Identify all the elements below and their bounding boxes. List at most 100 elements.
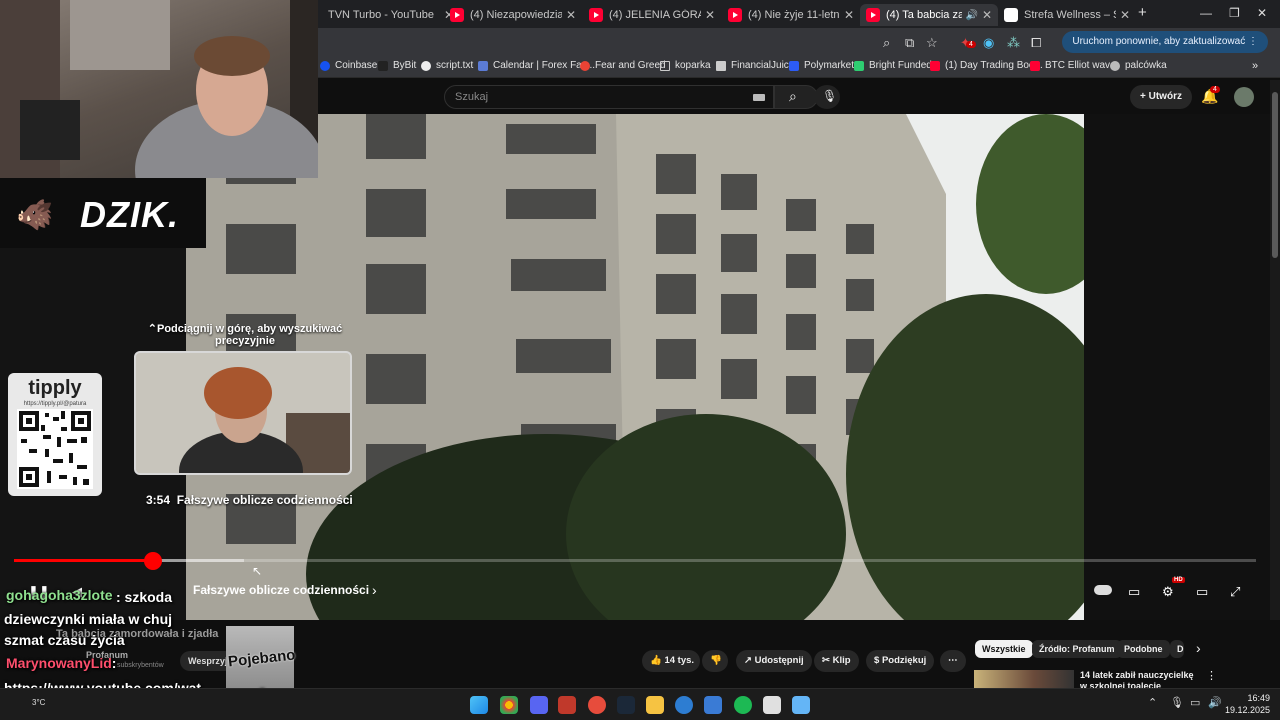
bookmark-item[interactable]: FinancialJuice [716,60,794,71]
minimize-icon[interactable]: — [1200,6,1212,20]
update-label: Uruchom ponownie, aby zaktualizować [1072,36,1246,47]
bookmark-item[interactable]: script.txt [421,60,473,71]
preview-chapter-label: 3:54 Fałszywe oblicze codzienności [146,493,353,507]
microphone-icon[interactable]: 🎙 [1170,696,1184,709]
like-button[interactable]: 👍 14 tys. [642,650,700,672]
bookmark-item[interactable]: Fear and Greed [580,60,666,71]
bookmark-item[interactable]: BTC Elliot wave [1030,60,1116,71]
chrome-icon[interactable] [500,696,518,714]
bookmark-item[interactable]: palcówka [1110,60,1167,71]
browser-tab[interactable]: TVN Turbo - YouTube ✕ [322,4,460,26]
bookmark-item[interactable]: ByBit [378,60,416,71]
microphone-icon: 🎙 [822,89,838,103]
windows-start-icon[interactable] [470,696,488,714]
create-button[interactable]: + Utwórz [1130,85,1192,109]
theater-mode-icon[interactable]: ▭ [1196,584,1208,600]
share-button[interactable]: ↗ Udostępnij [736,650,812,672]
chip-source[interactable]: Źródło: Profanum [1032,640,1122,658]
file-explorer-icon[interactable] [646,696,664,714]
bookmark-item[interactable]: Calendar | Forex Fac... [478,60,595,71]
bookmarks-overflow-icon[interactable]: » [1252,60,1258,72]
display-icon[interactable]: ▭ [1190,696,1200,709]
chip-all[interactable]: Wszystkie [975,640,1033,658]
recommendation-thumbnail[interactable] [974,670,1074,688]
search-button[interactable]: ⌕ [774,85,818,109]
discord-icon[interactable] [530,696,548,714]
chevron-right-icon[interactable]: › [1196,640,1201,656]
app-icon[interactable] [558,696,576,714]
youtube-icon [866,8,880,22]
clock-date: 19.12.2025 [1224,705,1270,715]
subtitles-icon[interactable]: ▭ [1128,584,1140,600]
bookmark-item[interactable]: (1) Day Trading Boo... [930,60,1043,71]
cast-icon[interactable]: ⧉ [905,35,914,51]
mouse-cursor-icon: ↖ [252,564,263,578]
restore-icon[interactable]: ❐ [1229,6,1240,20]
browser-tab-active[interactable]: (4) Ta babcia zamordo🔊 ✕ [860,4,998,26]
progress-scrubber-handle[interactable] [144,552,163,570]
browser-tab[interactable]: Strefa Wellness – Szczeci ✕ [998,4,1136,26]
close-window-icon[interactable]: ✕ [1257,6,1267,20]
volume-icon[interactable]: 🔊 [1208,696,1222,709]
close-tab-icon[interactable]: ✕ [705,8,715,22]
app-icon[interactable] [704,696,722,714]
close-tab-icon[interactable]: ✕ [1120,8,1130,22]
extension-badge: 4 [966,41,976,48]
autoplay-toggle[interactable] [1094,585,1112,595]
close-tab-icon[interactable]: ✕ [566,8,576,22]
scrollbar-thumb[interactable] [1272,92,1278,258]
settings-gear-icon[interactable]: ⚙ [1162,584,1174,600]
folder-icon [660,60,670,71]
bookmark-item[interactable]: koparka [660,60,711,71]
thanks-label: Podziękuj [881,655,927,666]
browser-tab[interactable]: (4) JELENIA GÓRA: 12-LAT ✕ [583,4,721,26]
fullscreen-icon[interactable]: ⤢ [1230,584,1240,600]
app-icon[interactable] [588,696,606,714]
close-tab-icon[interactable]: ✕ [844,8,854,22]
keyboard-icon[interactable] [753,94,765,101]
chip-more[interactable]: D [1170,640,1184,658]
extension-icon[interactable]: ⁂ [1007,35,1020,51]
steam-icon[interactable] [617,696,635,714]
extensions-puzzle-icon[interactable]: ⧠ [1031,35,1041,51]
bookmark-item[interactable]: Coinbase [320,60,377,71]
new-tab-button[interactable]: + [1138,4,1147,21]
dislike-button[interactable]: 👎 [702,650,728,672]
plus-icon: + [1140,91,1149,102]
system-clock[interactable]: 16:49 19.12.2025 [1225,692,1270,716]
update-browser-button[interactable]: Uruchom ponownie, aby zaktualizować ⋮ [1062,31,1268,53]
app-icon[interactable] [675,696,693,714]
tray-overflow-icon[interactable]: ⌃ [1148,696,1157,709]
browser-tab[interactable]: (4) Nie żyje 11-letnia Dan ✕ [722,4,860,26]
share-label: Udostępnij [754,655,804,666]
chevron-right-icon[interactable]: › [372,582,377,598]
speaker-icon[interactable]: 🔊 [965,10,977,21]
windows-taskbar [0,688,1280,720]
notepad-icon[interactable] [792,696,810,714]
app-icon[interactable] [763,696,781,714]
more-actions-button[interactable]: ⋯ [940,650,966,672]
close-tab-icon[interactable]: ✕ [982,8,992,22]
bookmark-item[interactable]: Bright Funded [854,60,932,71]
youtube-icon [728,8,742,22]
recommendation-title[interactable]: 14 latek zabił nauczycielkę w szkolnej t… [1080,670,1198,688]
bookmark-item[interactable]: Polymarket [789,60,854,71]
zoom-icon[interactable]: ⌕ [883,35,890,51]
voice-search-button[interactable]: 🎙 [814,85,840,109]
more-vertical-icon[interactable]: ⋮ [1206,669,1217,682]
chip-related[interactable]: Podobne [1117,640,1170,658]
extension-icon[interactable]: ◉ [983,35,994,51]
chapter-title[interactable]: Fałszywe oblicze codzienności [193,583,369,597]
avatar[interactable] [1234,87,1254,107]
browser-tab[interactable]: (4) Niezapowiedziane prz ✕ [444,4,582,26]
create-label: Utwórz [1148,91,1182,102]
github-icon [421,60,431,71]
clip-button[interactable]: ✂ Klip [814,650,859,672]
thanks-button[interactable]: $ Podziękuj [866,650,935,672]
weather-temperature[interactable]: 3°C [32,698,45,707]
search-input[interactable]: Szukaj [444,85,774,109]
thumbs-down-icon: 👎 [710,655,722,666]
youtube-icon [930,60,940,71]
bookmark-star-icon[interactable]: ☆ [926,35,938,51]
spotify-icon[interactable] [734,696,752,714]
